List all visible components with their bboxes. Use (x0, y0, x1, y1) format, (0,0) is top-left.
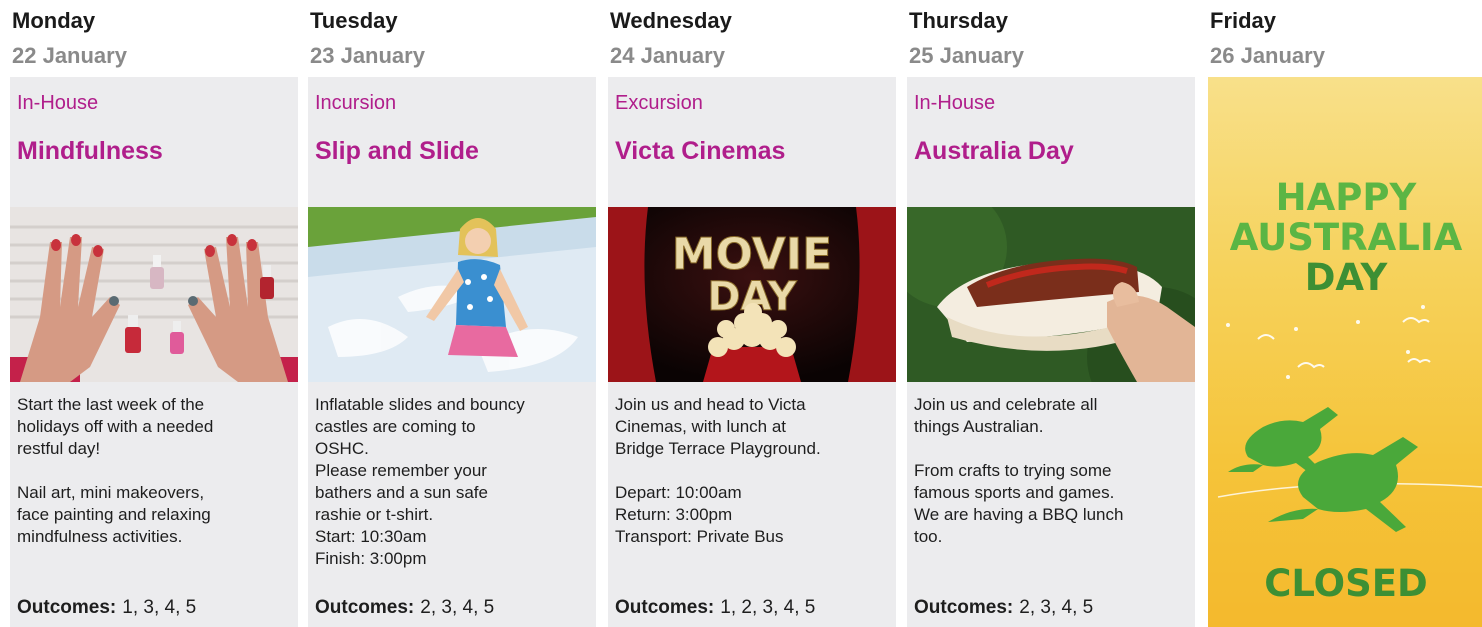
description-line: famous sports and games. (914, 483, 1115, 502)
description-line: Join us and celebrate all (914, 395, 1098, 414)
banner-line: DAY (1304, 256, 1388, 299)
day-column-friday: Friday 26 January HAPPY AUSTRALIA DAY CL… (1208, 0, 1482, 627)
sausage-sizzle-image (907, 207, 1195, 382)
activity-description: Join us and head to Victa Cinemas, with … (615, 394, 893, 548)
closed-label: CLOSED (1264, 562, 1428, 605)
day-column-wednesday: Wednesday 24 January Excursion Victa Cin… (608, 0, 896, 627)
activity-title: Victa Cinemas (615, 137, 786, 165)
activity-photo-movie-day: MOVIE DAY (608, 207, 896, 382)
description-line: restful day! (17, 439, 101, 458)
activity-category: In-House (914, 92, 996, 114)
day-name: Wednesday (610, 8, 732, 33)
activity-category: Incursion (315, 92, 397, 114)
day-date: 25 January (909, 43, 1024, 68)
description-line: holidays off with a needed (17, 417, 214, 436)
movie-title-text: MOVIE (672, 229, 833, 280)
activity-title: Slip and Slide (315, 137, 479, 165)
activity-photo-slip-and-slide (308, 207, 596, 382)
day-name: Monday (12, 8, 96, 33)
outcomes: Outcomes: 2, 3, 4, 5 (914, 597, 1093, 619)
day-date: 26 January (1210, 43, 1325, 68)
description-line: Start the last week of the (17, 395, 205, 414)
outcomes-label: Outcomes: (615, 597, 715, 618)
outcomes: Outcomes: 1, 2, 3, 4, 5 (615, 597, 815, 619)
outcomes-values: 1, 3, 4, 5 (122, 597, 197, 618)
activity-title: Australia Day (914, 137, 1074, 165)
activity-card[interactable]: Incursion Slip and Slide Inflatable slid… (308, 77, 596, 627)
activity-card[interactable]: In-House Mindfulness Start the last week… (10, 77, 298, 627)
day-column-thursday: Thursday 25 January In-House Australia D… (907, 0, 1195, 627)
banner-line: AUSTRALIA (1229, 216, 1463, 259)
activity-photo-sausage-sizzle (907, 207, 1195, 382)
outcomes: Outcomes: 1, 3, 4, 5 (17, 597, 196, 619)
description-line: Transport: Private Bus (615, 527, 784, 546)
activity-title: Mindfulness (17, 137, 163, 165)
outcomes-values: 2, 3, 4, 5 (420, 597, 495, 618)
slip-and-slide-image (308, 207, 596, 382)
activity-photo-nail-art (10, 207, 298, 382)
outcomes-label: Outcomes: (17, 597, 117, 618)
day-name: Friday (1210, 8, 1277, 33)
description-line: rashie or t-shirt. (315, 505, 434, 524)
description-line: castles are coming to (315, 417, 476, 436)
activity-description: Inflatable slides and bouncy castles are… (315, 394, 593, 570)
description-line: Cinemas, with lunch at (615, 417, 787, 436)
nail-art-image (10, 207, 298, 382)
description-line: We are having a BBQ lunch (914, 505, 1124, 524)
description-line: face painting and relaxing (17, 505, 211, 524)
activity-category: In-House (17, 92, 99, 114)
day-column-tuesday: Tuesday 23 January Incursion Slip and Sl… (308, 0, 596, 627)
activity-description: Join us and celebrate all things Austral… (914, 394, 1192, 548)
activity-card[interactable]: In-House Australia Day Join us and celeb… (907, 77, 1195, 627)
description-line: Bridge Terrace Playground. (615, 439, 821, 458)
activity-description: Start the last week of the holidays off … (17, 394, 295, 548)
description-line: Please remember your (315, 461, 487, 480)
description-line: Inflatable slides and bouncy (315, 395, 525, 414)
day-date: 23 January (310, 43, 425, 68)
activity-category: Excursion (615, 92, 703, 114)
day-column-monday: Monday 22 January In-House Mindfulness S… (10, 0, 298, 627)
description-line: Start: 10:30am (315, 527, 427, 546)
day-date: 22 January (12, 43, 127, 68)
description-line: too. (914, 527, 943, 546)
description-line: Finish: 3:00pm (315, 549, 427, 568)
movie-day-image: MOVIE DAY (608, 207, 896, 382)
outcomes-label: Outcomes: (315, 597, 415, 618)
outcomes-label: Outcomes: (914, 597, 1014, 618)
description-line: Return: 3:00pm (615, 505, 733, 524)
outcomes-values: 2, 3, 4, 5 (1019, 597, 1094, 618)
description-line: Depart: 10:00am (615, 483, 742, 502)
description-line: Nail art, mini makeovers, (17, 483, 205, 502)
description-line: mindfulness activities. (17, 527, 183, 546)
closed-banner: HAPPY AUSTRALIA DAY CLOSED (1208, 77, 1482, 627)
day-name: Thursday (909, 8, 1009, 33)
kangaroo-illustration (1217, 305, 1482, 532)
outcomes-values: 1, 2, 3, 4, 5 (720, 597, 816, 618)
description-line: Join us and head to Victa (615, 395, 806, 414)
description-line: bathers and a sun safe (315, 483, 488, 502)
description-line: things Australian. (914, 417, 1044, 436)
outcomes: Outcomes: 2, 3, 4, 5 (315, 597, 494, 619)
activity-card[interactable]: Excursion Victa Cinemas MOVIE DAY Join u… (608, 77, 896, 627)
day-name: Tuesday (310, 8, 398, 33)
day-date: 24 January (610, 43, 725, 68)
banner-line: HAPPY (1275, 176, 1417, 219)
description-line: From crafts to trying some (914, 461, 1112, 480)
description-line: OSHC. (315, 439, 369, 458)
